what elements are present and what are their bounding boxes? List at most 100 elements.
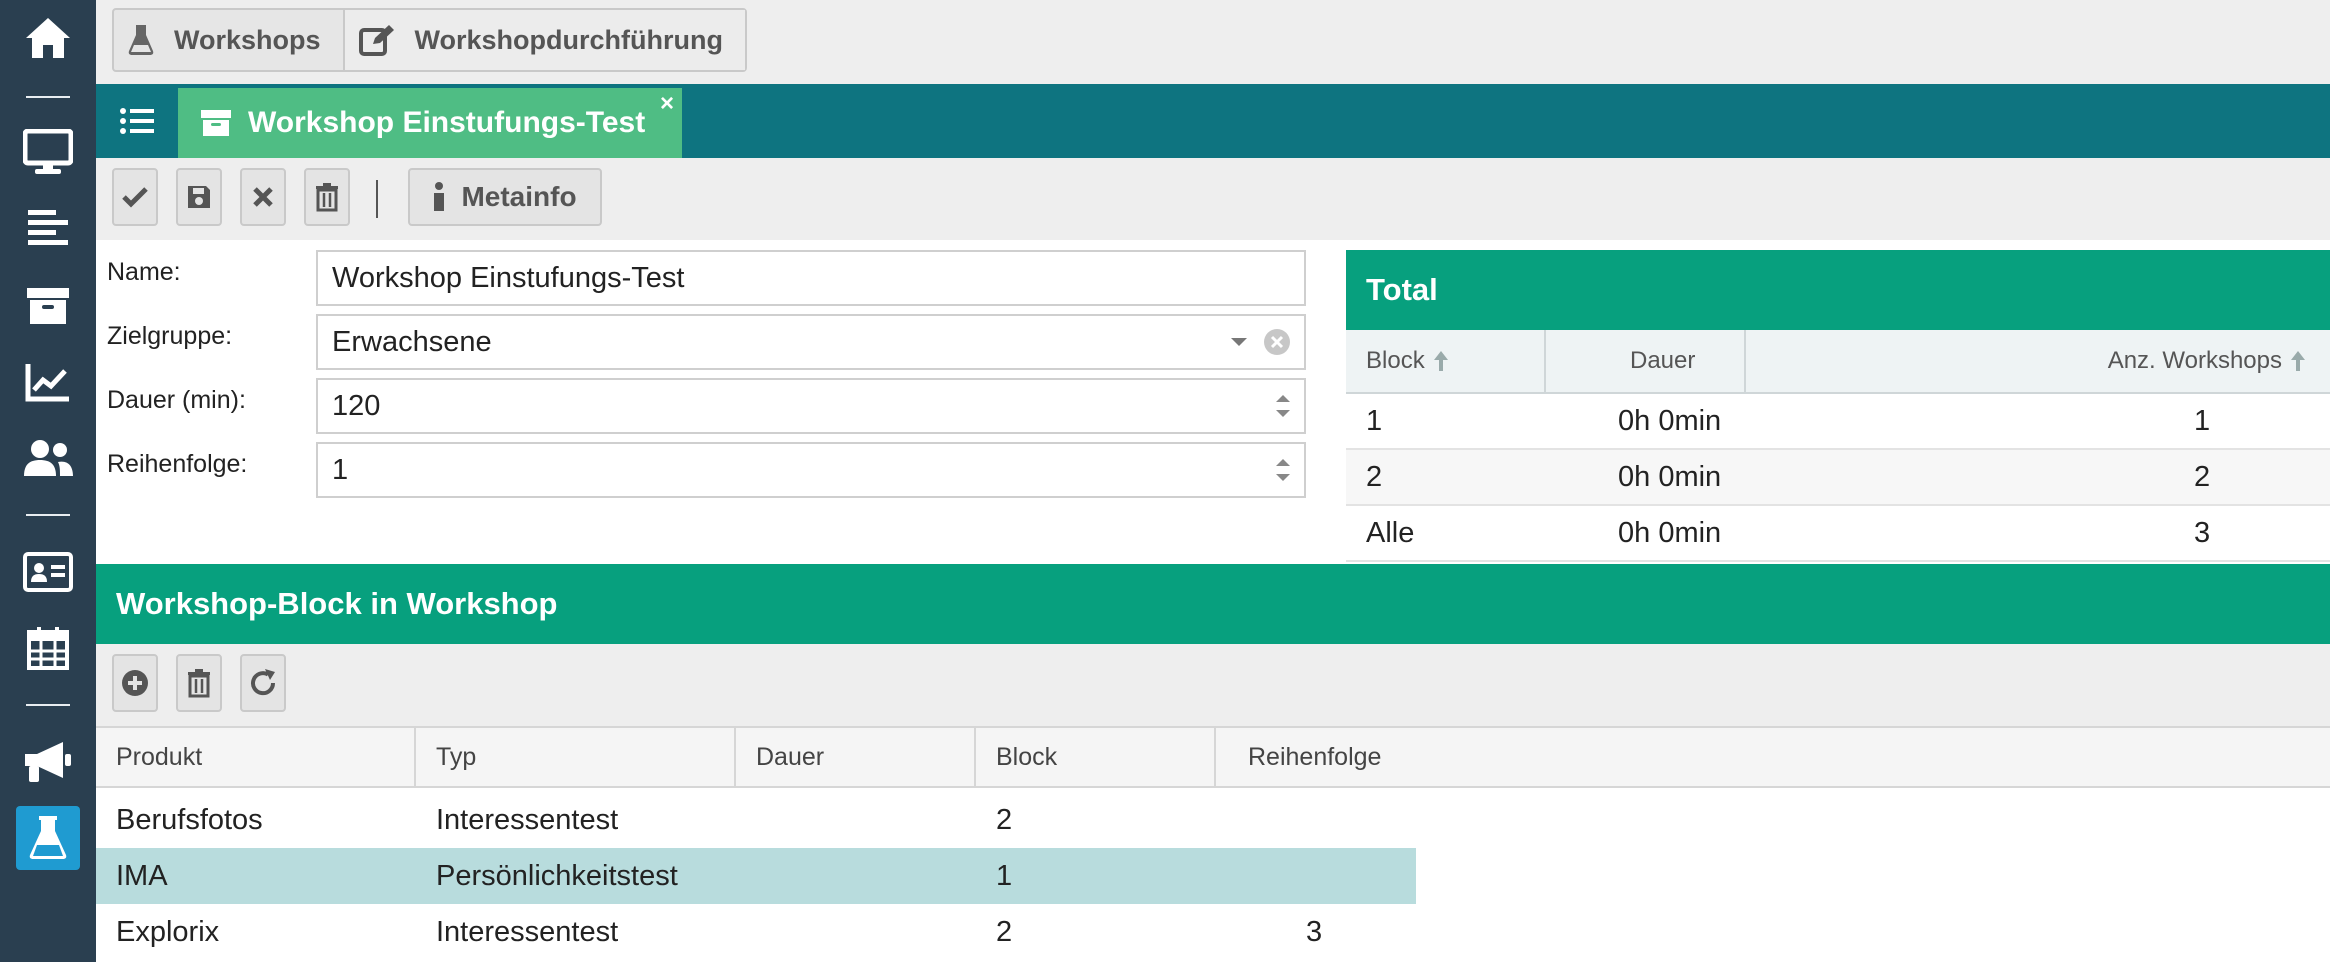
document-tab[interactable]: Workshop Einstufungs-Test × bbox=[178, 88, 682, 158]
table-row-selected[interactable]: IMA Persönlichkeitstest 1 bbox=[96, 848, 1416, 904]
tab-workshopdurchfuehrung-label: Workshopdurchführung bbox=[414, 24, 724, 55]
column-header-reihenfolge[interactable]: Reihenfolge bbox=[1248, 728, 1381, 786]
archive-icon[interactable] bbox=[18, 278, 78, 334]
cell-block: 1 bbox=[1366, 404, 1383, 437]
table-row[interactable]: Alle 0h 0min 3 bbox=[1346, 506, 2330, 562]
calendar-icon[interactable] bbox=[18, 620, 78, 676]
flask-icon bbox=[128, 24, 154, 56]
form-toolbar: Metainfo bbox=[96, 158, 2330, 240]
dauer-label: Dauer (min): bbox=[107, 386, 246, 414]
cell-block: 2 bbox=[1366, 460, 1383, 493]
edit-icon bbox=[358, 24, 395, 56]
sidebar bbox=[0, 0, 96, 962]
sidebar-divider bbox=[26, 514, 70, 516]
archive-icon bbox=[200, 109, 232, 137]
cell-dauer: 0h 0min bbox=[1618, 516, 1722, 549]
zielgruppe-select[interactable]: Erwachsene bbox=[316, 314, 1306, 370]
cancel-button[interactable] bbox=[240, 168, 286, 226]
column-header-anz-workshops[interactable]: Anz. Workshops bbox=[2108, 330, 2306, 392]
name-label: Name: bbox=[107, 258, 181, 286]
check-icon bbox=[121, 186, 149, 208]
sidebar-divider bbox=[26, 704, 70, 706]
cell-produkt: Explorix bbox=[116, 915, 220, 948]
block-toolbar bbox=[96, 644, 2330, 726]
column-divider bbox=[734, 728, 736, 786]
bullhorn-icon[interactable] bbox=[18, 734, 78, 790]
tab-workshopdurchfuehrung[interactable]: Workshopdurchführung bbox=[342, 10, 746, 70]
total-panel: Total Block Dauer Anz. Workshops 1 0h 0m… bbox=[1346, 250, 2330, 562]
cell-block: 2 bbox=[996, 803, 1013, 836]
refresh-icon bbox=[248, 668, 278, 698]
toolbar-separator bbox=[376, 180, 378, 218]
cell-block: 1 bbox=[996, 859, 1013, 892]
column-divider bbox=[1744, 330, 1746, 392]
monitor-icon[interactable] bbox=[18, 124, 78, 180]
sort-asc-icon bbox=[1433, 350, 1449, 372]
column-dauer-label: Dauer bbox=[1630, 347, 1696, 374]
metainfo-button[interactable]: Metainfo bbox=[408, 168, 602, 226]
column-anz-label: Anz. Workshops bbox=[2107, 347, 2282, 374]
cell-anz: 3 bbox=[2194, 516, 2211, 549]
zielgruppe-label: Zielgruppe: bbox=[107, 322, 233, 350]
name-field[interactable]: Workshop Einstufungs-Test bbox=[316, 250, 1306, 306]
info-icon bbox=[433, 182, 445, 212]
spinner-icon[interactable] bbox=[1274, 456, 1292, 484]
list-icon bbox=[120, 107, 154, 135]
spinner-icon[interactable] bbox=[1274, 392, 1292, 420]
add-button[interactable] bbox=[112, 654, 158, 712]
tab-workshops-label: Workshops bbox=[174, 24, 321, 55]
dauer-field[interactable]: 120 bbox=[316, 378, 1306, 434]
trash-icon bbox=[315, 182, 339, 212]
clear-icon[interactable] bbox=[1262, 327, 1292, 357]
cell-anz: 1 bbox=[2194, 404, 2211, 437]
cell-dauer: 0h 0min bbox=[1618, 460, 1722, 493]
column-header-produkt[interactable]: Produkt bbox=[116, 728, 202, 786]
chevron-down-icon[interactable] bbox=[1230, 336, 1248, 348]
table-row[interactable]: Berufsfotos Interessentest 2 bbox=[96, 792, 1416, 848]
tab-workshops[interactable]: Workshops bbox=[114, 10, 343, 70]
column-divider bbox=[1214, 728, 1216, 786]
reihenfolge-label: Reihenfolge: bbox=[107, 450, 248, 478]
column-divider bbox=[414, 728, 416, 786]
plus-circle-icon bbox=[120, 668, 150, 698]
document-tab-bar: Workshop Einstufungs-Test × bbox=[96, 84, 2330, 158]
sort-asc-icon bbox=[2290, 350, 2306, 372]
confirm-button[interactable] bbox=[112, 168, 158, 226]
id-card-icon[interactable] bbox=[18, 544, 78, 600]
close-icon[interactable]: × bbox=[660, 90, 674, 118]
chart-line-icon[interactable] bbox=[18, 354, 78, 410]
dauer-value: 120 bbox=[332, 389, 381, 422]
cell-typ: Interessentest bbox=[436, 803, 619, 836]
flask-icon[interactable] bbox=[16, 806, 80, 870]
cell-anz: 2 bbox=[2194, 460, 2211, 493]
column-header-block[interactable]: Block bbox=[1366, 330, 1449, 392]
home-icon[interactable] bbox=[18, 10, 78, 66]
column-header-dauer[interactable]: Dauer bbox=[1630, 330, 1695, 392]
save-button[interactable] bbox=[176, 168, 222, 226]
users-icon[interactable] bbox=[18, 430, 78, 486]
reihenfolge-field[interactable]: 1 bbox=[316, 442, 1306, 498]
reihenfolge-value: 1 bbox=[332, 453, 349, 486]
column-header-block[interactable]: Block bbox=[996, 728, 1057, 786]
cell-produkt: IMA bbox=[116, 859, 168, 892]
save-icon bbox=[186, 184, 212, 210]
delete-button[interactable] bbox=[304, 168, 350, 226]
column-header-dauer[interactable]: Dauer bbox=[756, 728, 824, 786]
metainfo-label: Metainfo bbox=[461, 181, 577, 212]
top-tab-bar: Workshops Workshopdurchführung bbox=[96, 0, 2330, 84]
table-row[interactable]: Explorix Interessentest 2 3 bbox=[96, 904, 1416, 960]
align-left-icon[interactable] bbox=[18, 200, 78, 256]
column-block-label: Block bbox=[1366, 347, 1425, 374]
column-divider bbox=[974, 728, 976, 786]
list-button[interactable] bbox=[96, 84, 178, 158]
table-row[interactable]: 2 0h 0min 2 bbox=[1346, 450, 2330, 506]
delete-button[interactable] bbox=[176, 654, 222, 712]
cell-typ: Interessentest bbox=[436, 915, 619, 948]
column-header-typ[interactable]: Typ bbox=[436, 728, 476, 786]
cell-block: Alle bbox=[1366, 516, 1415, 549]
refresh-button[interactable] bbox=[240, 654, 286, 712]
cell-block: 2 bbox=[996, 915, 1013, 948]
table-row[interactable]: 1 0h 0min 1 bbox=[1346, 394, 2330, 450]
block-section-title: Workshop-Block in Workshop bbox=[96, 564, 2330, 644]
document-tab-title: Workshop Einstufungs-Test bbox=[248, 106, 646, 139]
